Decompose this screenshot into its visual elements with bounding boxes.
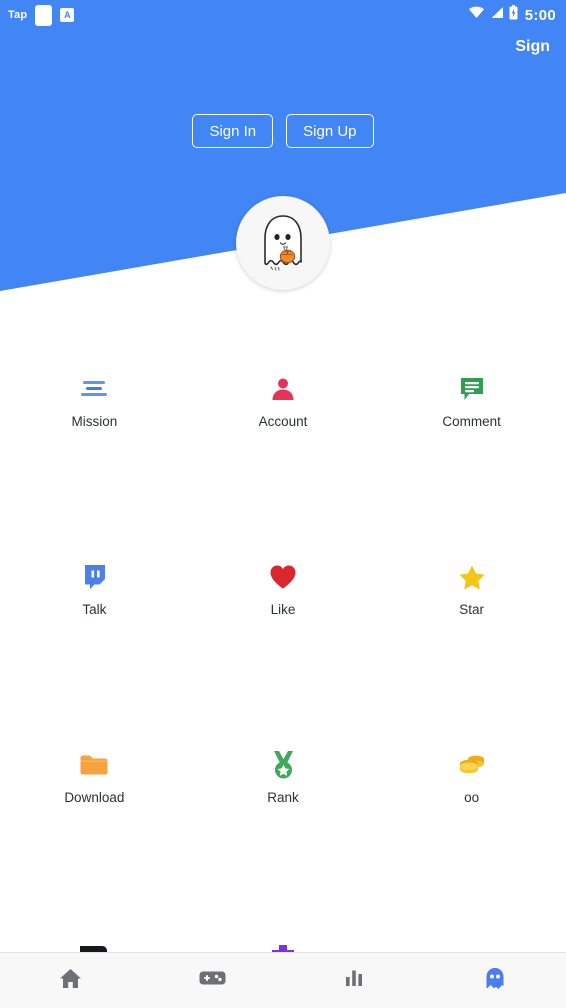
nav-item-home[interactable]	[0, 953, 142, 1008]
sign-link[interactable]: Sign	[515, 38, 550, 56]
status-bar-right: 5:00	[468, 5, 556, 25]
grid-item-talk[interactable]: Talk	[0, 506, 189, 694]
grid-item-label: Mission	[71, 414, 118, 429]
grid-item-label: oo	[464, 790, 480, 805]
status-bar: Tap A 5:00	[0, 0, 566, 30]
avatar[interactable]	[236, 196, 330, 290]
star-icon	[458, 560, 486, 594]
person-icon	[270, 372, 296, 406]
align-lines-icon	[79, 372, 109, 406]
white-rounded-box-icon	[35, 4, 53, 26]
wifi-icon	[468, 6, 485, 24]
grid-item-rank[interactable]: Rank	[189, 694, 378, 882]
app-screen: Tap A 5:00 Sign Sign In Sign Up Mission …	[0, 0, 566, 1008]
status-bar-left: Tap A	[8, 4, 75, 26]
grid-item-download[interactable]: Download	[0, 694, 189, 882]
grid-row: Talk Like Star	[0, 506, 566, 694]
heart-icon	[269, 560, 297, 594]
grid-item-label: Rank	[267, 790, 299, 805]
grid-item-label: Talk	[82, 602, 107, 617]
grid-item-label: Star	[459, 602, 485, 617]
battery-charging-icon	[509, 5, 518, 25]
twitch-chat-icon	[82, 560, 107, 594]
nav-item-ghost[interactable]	[425, 953, 566, 1008]
ghost-with-pumpkin-avatar	[264, 215, 302, 271]
folder-icon	[79, 748, 109, 782]
a-badge-icon: A	[60, 8, 75, 22]
gamepad-icon	[199, 969, 226, 992]
ghost-icon	[485, 967, 505, 994]
nav-item-games[interactable]	[142, 953, 284, 1008]
grid-item-comment[interactable]: Comment	[377, 318, 566, 506]
grid-row: Mission Account Comment	[0, 318, 566, 506]
coins-icon	[457, 748, 487, 782]
status-tap-label: Tap	[8, 9, 28, 21]
grid-item-account[interactable]: Account	[189, 318, 378, 506]
grid-item-label: Account	[258, 414, 308, 429]
speech-bubble-icon	[459, 372, 485, 406]
signal-icon	[490, 6, 504, 24]
grid-item-mission[interactable]: Mission	[0, 318, 189, 506]
bottom-navigation-bar	[0, 952, 566, 1008]
grid-item-label: Like	[270, 602, 296, 617]
grid-item-like[interactable]: Like	[189, 506, 378, 694]
grid-item-label: Download	[64, 790, 125, 805]
feature-grid: Mission Account Comment Talk Like Star D…	[0, 318, 566, 1008]
medal-icon	[270, 748, 297, 782]
status-time: 5:00	[524, 6, 556, 24]
home-icon	[59, 967, 82, 995]
grid-item-star[interactable]: Star	[377, 506, 566, 694]
sign-up-button[interactable]: Sign Up	[286, 114, 374, 148]
sign-in-button[interactable]: Sign In	[192, 114, 274, 148]
auth-button-row: Sign In Sign Up	[0, 114, 566, 148]
grid-item-coins[interactable]: oo	[377, 694, 566, 882]
bar-chart-icon	[344, 968, 364, 993]
grid-row: Download Rank oo	[0, 694, 566, 882]
nav-item-stats[interactable]	[283, 953, 425, 1008]
grid-item-label: Comment	[442, 414, 501, 429]
